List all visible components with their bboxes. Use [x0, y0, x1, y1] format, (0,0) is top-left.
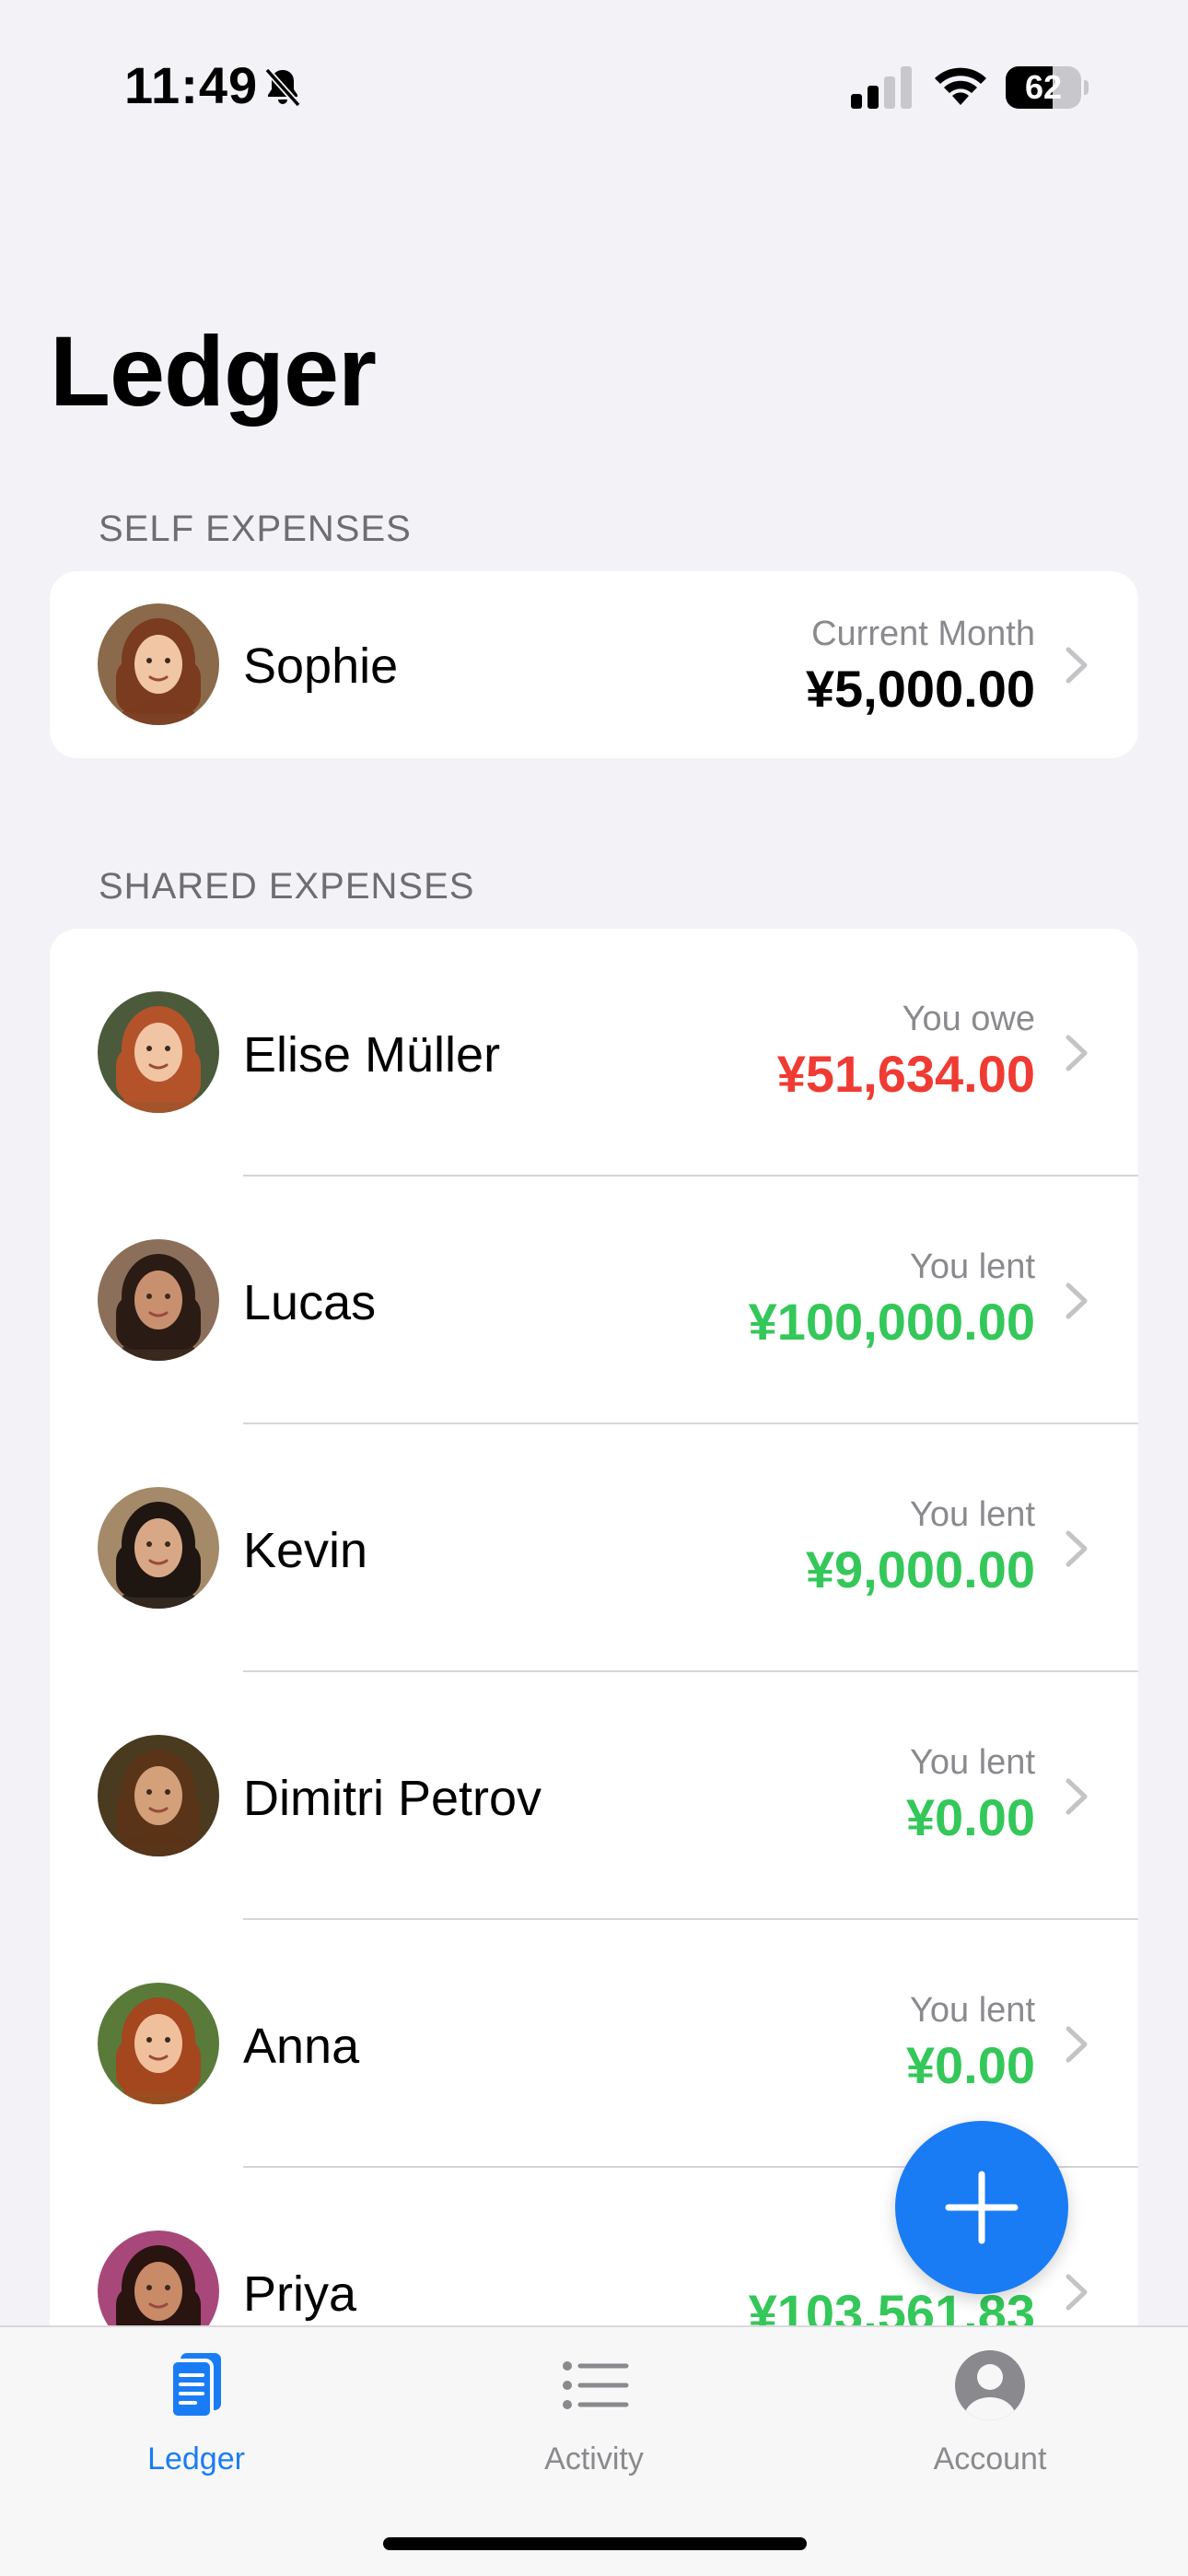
tab-label: Activity — [544, 2441, 644, 2476]
amount-value: ¥0.00 — [905, 1788, 1035, 1846]
avatar-portrait — [98, 1735, 219, 1856]
amount-value: ¥5,000.00 — [805, 660, 1035, 718]
shared-expense-row[interactable]: Elise Müller You owe ¥51,634.00 — [50, 929, 1138, 1177]
chevron-right-icon — [1066, 1530, 1088, 1567]
avatar-portrait — [98, 1239, 219, 1361]
status-bar: 11:49 62 — [0, 0, 1188, 175]
chevron-right-icon — [1066, 2026, 1088, 2063]
amount-block: Current Month ¥5,000.00 — [806, 610, 1035, 720]
chevron-right-icon — [1066, 1035, 1088, 1071]
ledger-document-icon — [169, 2353, 221, 2419]
person-name: Dimitri Petrov — [243, 1771, 542, 1826]
status-time: 11:49 — [124, 56, 259, 114]
amount-value: ¥100,000.00 — [748, 1293, 1035, 1351]
shared-expense-row[interactable]: Dimitri Petrov You lent ¥0.00 — [50, 1672, 1138, 1920]
amount-value: ¥9,000.00 — [805, 1540, 1035, 1598]
shared-expense-row[interactable]: Lucas You lent ¥100,000.00 — [50, 1177, 1138, 1424]
amount-block: You lent ¥9,000.00 — [806, 1491, 1035, 1601]
amount-status: You owe — [902, 1000, 1035, 1038]
tab-ledger[interactable]: Ledger — [58, 2346, 334, 2530]
shared-expense-row[interactable]: Kevin You lent ¥9,000.00 — [50, 1424, 1138, 1672]
chevron-right-icon — [1066, 1778, 1088, 1815]
amount-block: You lent ¥100,000.00 — [749, 1243, 1035, 1353]
self-expenses-card: Sophie Current Month ¥5,000.00 — [50, 571, 1138, 758]
person-name: Sophie — [243, 638, 399, 694]
chevron-right-icon — [1066, 2274, 1088, 2311]
chevron-right-icon — [1066, 647, 1088, 684]
avatar-portrait — [98, 1983, 219, 2104]
avatar — [98, 1983, 219, 2104]
ledger-screen: 11:49 62 Ledger SELF EXPENSES Sophie Cur… — [0, 0, 1188, 2576]
battery-cap — [1084, 80, 1089, 95]
amount-value: ¥0.00 — [905, 2036, 1035, 2094]
amount-block: You lent ¥0.00 — [906, 1986, 1035, 2097]
person-name: Priya — [243, 2266, 357, 2322]
person-circle-icon — [955, 2350, 1025, 2420]
avatar — [98, 1735, 219, 1856]
shared-expenses-header: SHARED EXPENSES — [99, 866, 475, 907]
list-icon — [563, 2361, 629, 2409]
plus-icon — [945, 2171, 1019, 2244]
self-expenses-header: SELF EXPENSES — [99, 509, 412, 549]
avatar-portrait — [98, 991, 219, 1113]
avatar — [98, 603, 219, 725]
person-name: Lucas — [243, 1275, 377, 1330]
battery-indicator: 62 — [1006, 66, 1089, 109]
avatar — [98, 1239, 219, 1361]
amount-block: You owe ¥51,634.00 — [777, 995, 1035, 1106]
amount-status: Current Month — [811, 615, 1035, 653]
tab-label: Ledger — [147, 2441, 245, 2476]
amount-block: You lent ¥0.00 — [906, 1739, 1035, 1849]
cellular-signal-icon — [851, 66, 912, 109]
avatar-portrait — [98, 1487, 219, 1609]
page-title: Ledger — [50, 315, 377, 427]
home-indicator — [383, 2537, 807, 2550]
tab-account[interactable]: Account — [852, 2346, 1128, 2530]
self-expense-row[interactable]: Sophie Current Month ¥5,000.00 — [50, 571, 1138, 758]
person-name: Elise Müller — [243, 1027, 501, 1083]
amount-status: You lent — [910, 1743, 1035, 1782]
add-expense-button[interactable] — [895, 2121, 1068, 2294]
battery-level: 62 — [1024, 68, 1063, 106]
amount-status: You lent — [910, 1495, 1035, 1534]
amount-status: You lent — [910, 1991, 1035, 2030]
avatar — [98, 991, 219, 1113]
amount-value: ¥51,634.00 — [776, 1045, 1035, 1103]
battery-body: 62 — [1006, 66, 1081, 109]
bell-slash-icon — [264, 67, 301, 108]
person-name: Anna — [243, 2019, 360, 2074]
chevron-right-icon — [1066, 1282, 1088, 1319]
amount-status: You lent — [910, 1247, 1035, 1286]
avatar — [98, 1487, 219, 1609]
tab-label: Account — [933, 2441, 1047, 2476]
person-name: Kevin — [243, 1523, 368, 1578]
avatar-portrait — [98, 603, 219, 725]
tab-activity[interactable]: Activity — [456, 2346, 732, 2530]
wifi-icon — [935, 67, 986, 105]
